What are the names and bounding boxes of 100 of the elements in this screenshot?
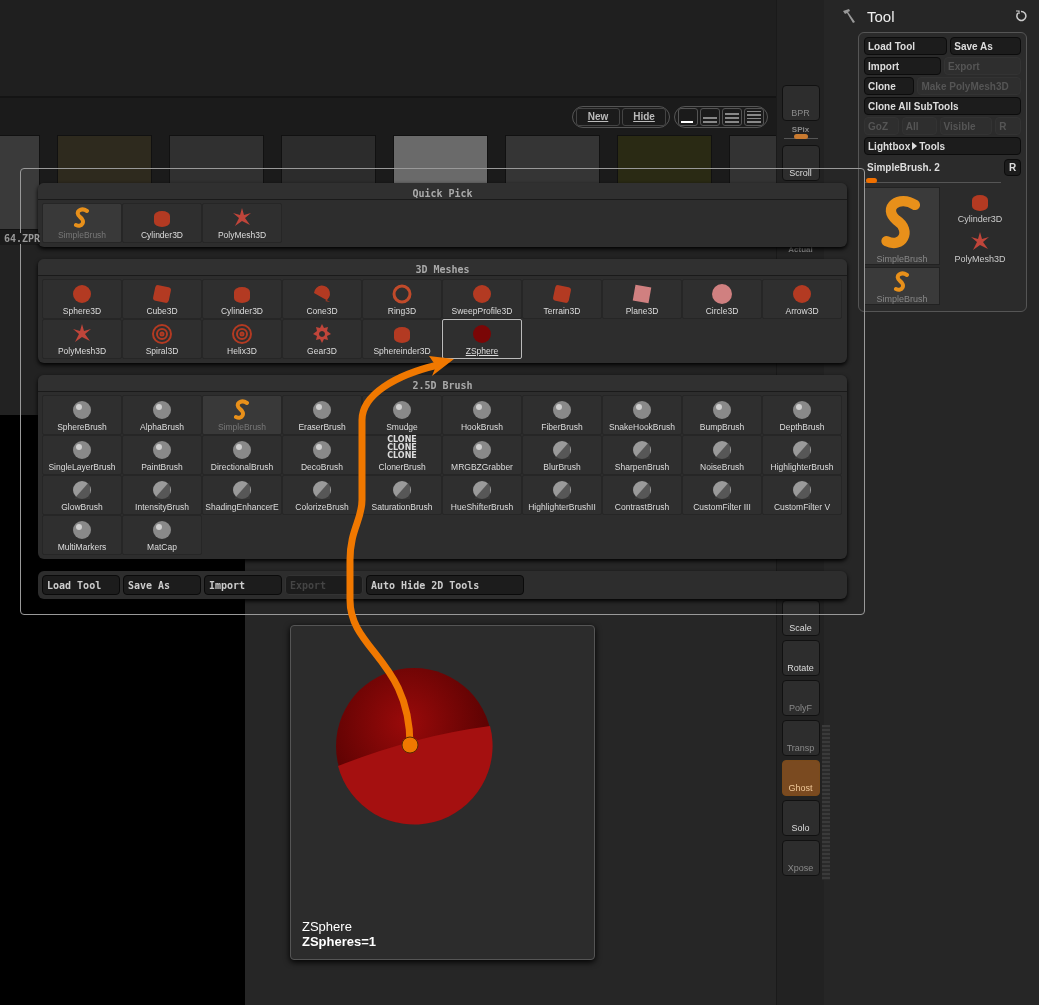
- tool-tile[interactable]: AlphaBrush: [122, 395, 202, 435]
- preview-info: ZSpheres=1: [302, 934, 378, 949]
- tool-tile[interactable]: PaintBrush: [122, 435, 202, 475]
- tool-tile[interactable]: ShadingEnhancerE: [202, 475, 282, 515]
- tool-tile[interactable]: Cylinder3D: [122, 203, 202, 243]
- popup-button[interactable]: Save As: [123, 575, 201, 595]
- tool-slider-track[interactable]: [864, 178, 1001, 183]
- sphere-icon: [790, 282, 814, 306]
- tool-tile[interactable]: SnakeHookBrush: [602, 395, 682, 435]
- tool-tile[interactable]: Circle3D: [682, 279, 762, 319]
- file-label: 64.ZPR: [3, 233, 40, 244]
- disc-icon: [710, 282, 734, 306]
- tool-tile[interactable]: SingleLayerBrush: [42, 435, 122, 475]
- tool-tile[interactable]: Cube3D: [122, 279, 202, 319]
- sphere-icon: [70, 282, 94, 306]
- tool-tile[interactable]: Arrow3D: [762, 279, 842, 319]
- split-ball-icon: [790, 438, 814, 462]
- tool-tile[interactable]: Sphereinder3D: [362, 319, 442, 359]
- lightbox-tools-button[interactable]: Lightbox Tools: [864, 137, 1021, 155]
- view-mode-button[interactable]: [678, 107, 698, 126]
- shelf-label: SPix: [791, 125, 810, 134]
- tool-tile[interactable]: Cone3D: [282, 279, 362, 319]
- sphere-icon: [470, 282, 494, 306]
- tool-tile[interactable]: EraserBrush: [282, 395, 362, 435]
- tool-tile[interactable]: HighlighterBrush: [762, 435, 842, 475]
- tool-tile[interactable]: Gear3D: [282, 319, 362, 359]
- shelf-button[interactable]: Solo: [781, 800, 820, 836]
- slider-track[interactable]: [783, 134, 818, 139]
- split-ball-icon: [550, 478, 574, 502]
- tool-tile[interactable]: BlurBrush: [522, 435, 602, 475]
- tool-tile[interactable]: Ring3D: [362, 279, 442, 319]
- preview-title: ZSphere: [302, 919, 353, 934]
- tool-tile[interactable]: SphereBrush: [42, 395, 122, 435]
- lightbox-button[interactable]: New: [576, 107, 620, 126]
- tool-tile[interactable]: GlowBrush: [42, 475, 122, 515]
- ball-icon: [390, 398, 414, 422]
- spiral-icon: [150, 322, 174, 346]
- split-ball-icon: [630, 478, 654, 502]
- tool-tile[interactable]: SharpenBrush: [602, 435, 682, 475]
- ball-icon: [150, 438, 174, 462]
- tool-button[interactable]: Clone All SubTools: [864, 97, 1021, 115]
- tool-tile[interactable]: Smudge: [362, 395, 442, 435]
- tool-tile[interactable]: HighlighterBrushII: [522, 475, 602, 515]
- tool-button[interactable]: Load Tool: [864, 37, 948, 55]
- ball-icon: [70, 438, 94, 462]
- split-ball-icon: [390, 478, 414, 502]
- tool-tile[interactable]: Cylinder3D: [202, 279, 282, 319]
- tool-tile[interactable]: FiberBrush: [522, 395, 602, 435]
- tool-tile[interactable]: CustomFilter III: [682, 475, 762, 515]
- tool-tile[interactable]: Plane3D: [602, 279, 682, 319]
- tool-tile[interactable]: HueShifterBrush: [442, 475, 522, 515]
- tool-button[interactable]: Clone: [864, 77, 915, 95]
- reset-icon[interactable]: [1015, 10, 1027, 22]
- tool-button[interactable]: Import: [864, 57, 941, 75]
- split-ball-icon: [70, 478, 94, 502]
- tool-tile[interactable]: CustomFilter V: [762, 475, 842, 515]
- shelf-button[interactable]: Rotate: [781, 640, 820, 676]
- tool-tile[interactable]: MatCap: [122, 515, 202, 555]
- tool-tile[interactable]: IntensityBrush: [122, 475, 202, 515]
- tool-tile[interactable]: Sphere3D: [42, 279, 122, 319]
- panel-resize-handle[interactable]: [822, 725, 830, 880]
- tool-slider-fill[interactable]: [866, 178, 878, 183]
- reset-button[interactable]: R: [1004, 159, 1021, 176]
- tool-tile[interactable]: BumpBrush: [682, 395, 762, 435]
- shelf-button[interactable]: Scale: [781, 600, 820, 636]
- ball-icon: [310, 438, 334, 462]
- lightbox-button[interactable]: Hide: [622, 107, 666, 126]
- popup-button[interactable]: Auto Hide 2D Tools: [366, 575, 524, 595]
- ball-icon: [470, 398, 494, 422]
- shelf-label: Actual: [788, 245, 813, 254]
- shelf-button[interactable]: Scroll: [781, 145, 820, 181]
- ball-icon: [630, 398, 654, 422]
- section-title: 2.5D Brush: [412, 380, 473, 391]
- tool-tile[interactable]: PolyMesh3D: [42, 319, 122, 359]
- tool-tile[interactable]: HookBrush: [442, 395, 522, 435]
- clone-text-icon: CLONE CLONE CLONE: [387, 436, 417, 460]
- ball-icon: [150, 518, 174, 542]
- tool-button[interactable]: Save As: [950, 37, 1021, 55]
- tool-tile[interactable]: ContrastBrush: [602, 475, 682, 515]
- tool-tile[interactable]: SweepProfile3D: [442, 279, 522, 319]
- tool-tile[interactable]: Spiral3D: [122, 319, 202, 359]
- tool-tile[interactable]: NoiseBrush: [682, 435, 762, 475]
- popup-button[interactable]: Load Tool: [42, 575, 120, 595]
- ball-icon: [790, 398, 814, 422]
- tool-tile[interactable]: DepthBrush: [762, 395, 842, 435]
- split-ball-icon: [710, 478, 734, 502]
- tool-tile[interactable]: PolyMesh3D: [202, 203, 282, 243]
- popup-button[interactable]: Import: [204, 575, 282, 595]
- tool-tile[interactable]: SaturationBrush: [362, 475, 442, 515]
- tool-tile[interactable]: Terrain3D: [522, 279, 602, 319]
- tool-tile[interactable]: MRGBZGrabber: [442, 435, 522, 475]
- split-ball-icon: [470, 478, 494, 502]
- split-ball-icon: [230, 478, 254, 502]
- slider-thumb[interactable]: [793, 134, 808, 139]
- ball-icon: [550, 398, 574, 422]
- tool-tile[interactable]: Helix3D: [202, 319, 282, 359]
- tool-tile[interactable]: MultiMarkers: [42, 515, 122, 555]
- ball-icon: [150, 398, 174, 422]
- tool-tile[interactable]: ZSphere: [442, 319, 522, 359]
- tool-tile[interactable]: DirectionalBrush: [202, 435, 282, 475]
